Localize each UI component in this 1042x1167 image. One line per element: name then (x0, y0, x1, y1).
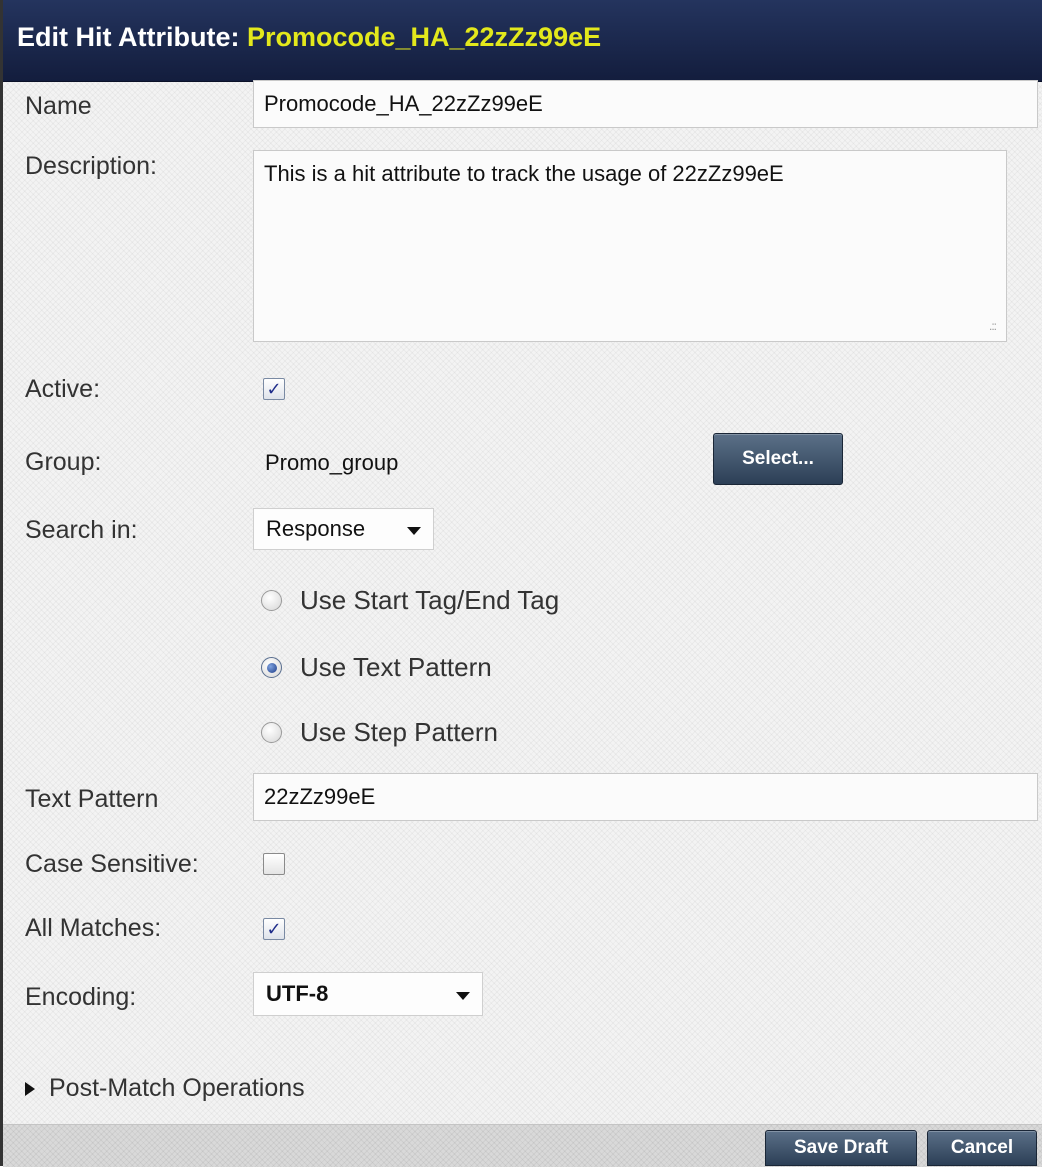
name-input[interactable]: Promocode_HA_22zZz99eE (253, 80, 1038, 128)
group-value: Promo_group (265, 450, 399, 475)
search-in-label: Search in: (25, 516, 138, 544)
all-matches-checkbox[interactable]: ✓ (263, 918, 285, 940)
save-draft-button[interactable]: Save Draft (765, 1130, 917, 1166)
radio-start-end-tag[interactable]: Use Start Tag/End Tag (261, 585, 559, 616)
radio-dot (266, 662, 277, 673)
text-pattern-input-value: 22zZz99eE (264, 784, 376, 809)
resize-grip-icon[interactable]: .:: (989, 319, 997, 333)
radio-label: Use Step Pattern (300, 717, 498, 747)
encoding-select[interactable]: UTF-8 (253, 972, 483, 1016)
description-textarea[interactable]: This is a hit attribute to track the usa… (253, 150, 1007, 342)
dialog-title-name: Promocode_HA_22zZz99eE (246, 22, 602, 52)
radio-label: Use Start Tag/End Tag (300, 585, 560, 615)
dialog-title-prefix: Edit Hit Attribute: (17, 22, 247, 52)
post-match-operations-label: Post-Match Operations (49, 1074, 305, 1102)
radio-label: Use Text Pattern (300, 652, 492, 682)
post-match-operations-toggle[interactable]: Post-Match Operations (25, 1074, 305, 1103)
chevron-down-icon (456, 992, 470, 1000)
active-checkbox[interactable]: ✓ (263, 378, 285, 400)
group-label: Group: (25, 448, 102, 476)
case-sensitive-label: Case Sensitive: (25, 850, 199, 878)
encoding-select-value: UTF-8 (266, 981, 329, 1006)
expand-triangle-icon (25, 1081, 35, 1096)
case-sensitive-checkbox[interactable] (263, 853, 285, 875)
checkmark-icon: ✓ (266, 919, 282, 939)
radio-button-selected-icon[interactable] (261, 657, 282, 678)
active-label: Active: (25, 375, 101, 403)
search-in-select[interactable]: Response (253, 508, 434, 550)
all-matches-label: All Matches: (25, 914, 162, 942)
checkmark-icon: ✓ (266, 379, 282, 399)
cancel-button[interactable]: Cancel (927, 1130, 1037, 1166)
radio-button-icon[interactable] (261, 722, 282, 743)
select-group-button[interactable]: Select... (713, 433, 843, 485)
chevron-down-icon (407, 527, 421, 535)
name-label: Name (25, 92, 92, 120)
description-textarea-value: This is a hit attribute to track the usa… (264, 161, 784, 186)
search-in-select-value: Response (266, 516, 366, 541)
radio-step-pattern[interactable]: Use Step Pattern (261, 717, 498, 748)
dialog-title-bar: Edit Hit Attribute: Promocode_HA_22zZz99… (3, 0, 1042, 82)
radio-text-pattern[interactable]: Use Text Pattern (261, 652, 492, 683)
text-pattern-input[interactable]: 22zZz99eE (253, 773, 1038, 821)
encoding-label: Encoding: (25, 983, 137, 1011)
text-pattern-label: Text Pattern (25, 785, 159, 813)
description-label: Description: (25, 152, 157, 180)
name-input-value: Promocode_HA_22zZz99eE (264, 91, 543, 116)
edit-hit-attribute-dialog: Edit Hit Attribute: Promocode_HA_22zZz99… (0, 0, 1042, 1167)
radio-button-icon[interactable] (261, 590, 282, 611)
